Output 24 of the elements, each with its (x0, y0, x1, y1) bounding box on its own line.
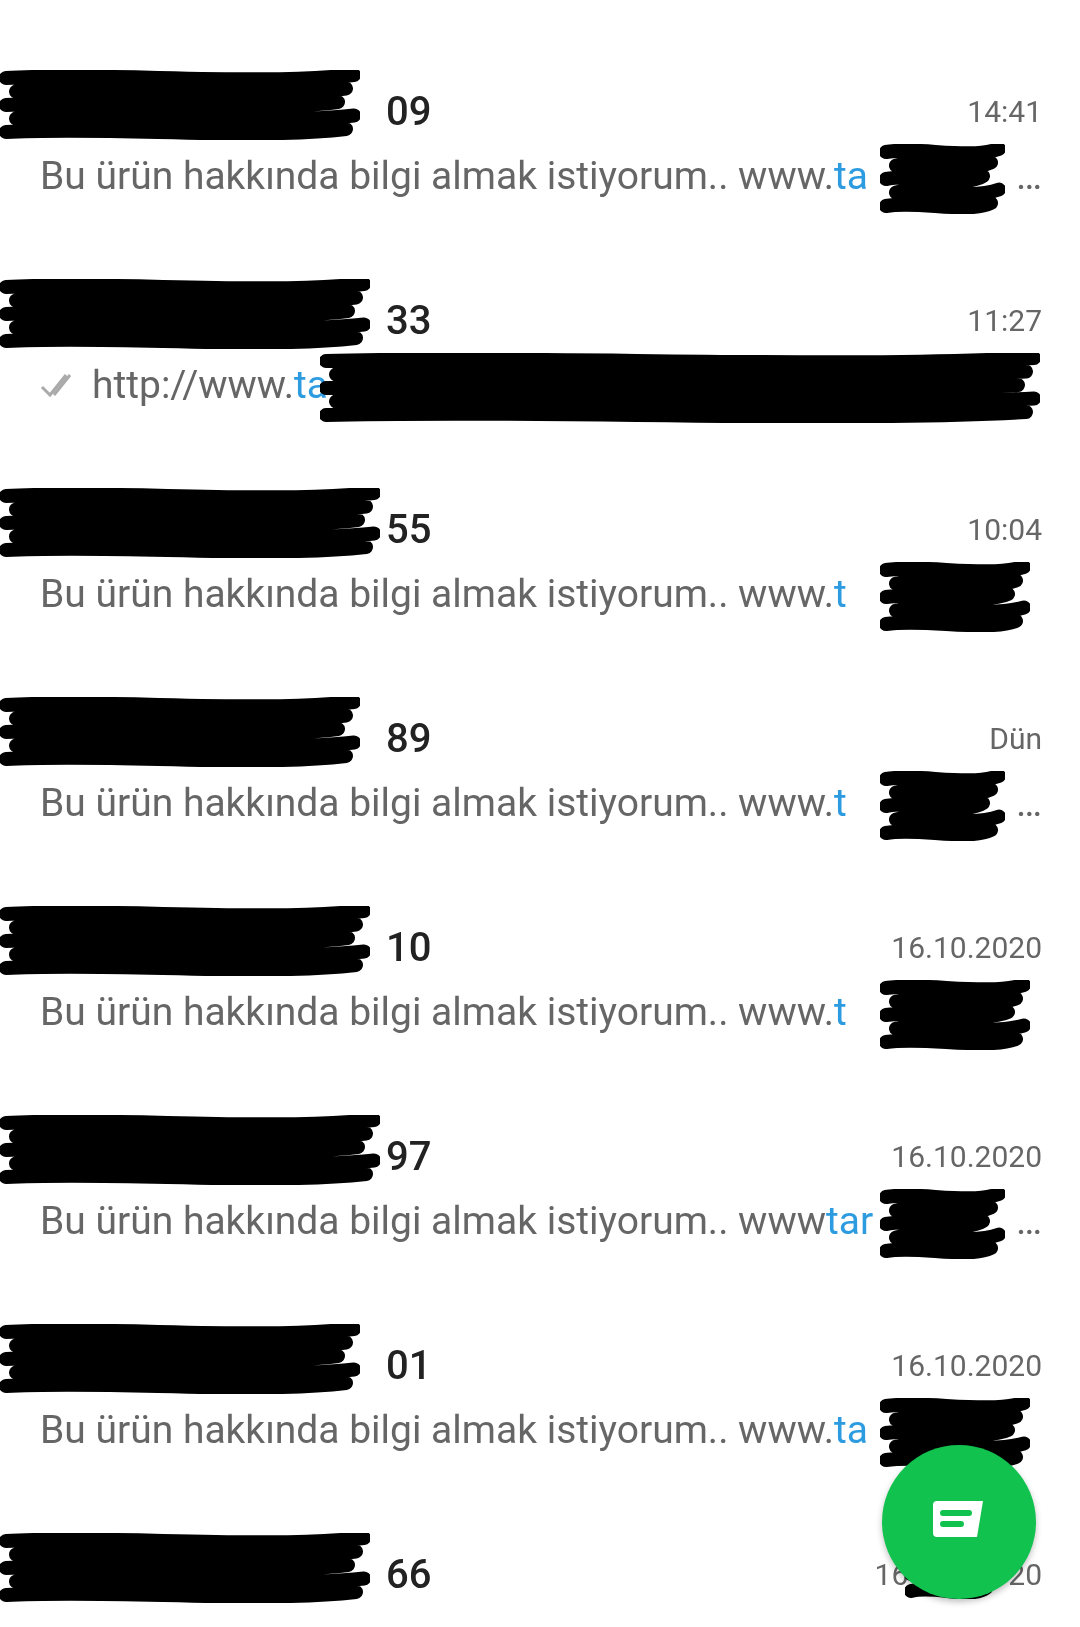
contact-name: 01 (386, 1341, 432, 1389)
contact-name: 66 (386, 1550, 432, 1598)
chat-time: 14:41 (967, 93, 1042, 129)
contact-name: 89 (386, 714, 432, 762)
message-preview: Bu ürün hakkında bilgi almak istiyorum.. wwwtar (40, 1198, 874, 1244)
message-preview: Bu ürün hakkında bilgi almak istiyorum.. www.t (40, 780, 847, 826)
chat-time: Dün (989, 720, 1042, 756)
contact-name: 97 (386, 1132, 432, 1180)
message-preview: Bu ürün hakkında bilgi almak istiyorum.. www.ta (40, 1407, 868, 1453)
chat-time: 16.10.2020 (891, 1347, 1042, 1383)
chat-time: 11:27 (967, 302, 1042, 338)
chat-time: 10:04 (967, 511, 1042, 547)
chat-time: 16.10.2020 (891, 929, 1042, 965)
ellipsis: … (1015, 780, 1042, 826)
contact-name: 10 (386, 923, 432, 971)
message-preview: Bu ürün hakkında bilgi almak istiyorum.. www.ta (40, 153, 868, 199)
contact-name: 33 (386, 296, 432, 344)
message-preview: Bu ürün hakkında bilgi almak istiyorum.. www.t (40, 989, 847, 1035)
contact-name: 09 (386, 87, 432, 135)
ellipsis: … (1015, 1198, 1042, 1244)
ellipsis: … (1015, 153, 1042, 199)
contact-name: 55 (386, 505, 432, 553)
message-preview: Bu ürün hakkında bilgi almak istiyorum.. www.t (40, 571, 847, 617)
chat-time: 16.10.2020 (891, 1138, 1042, 1174)
